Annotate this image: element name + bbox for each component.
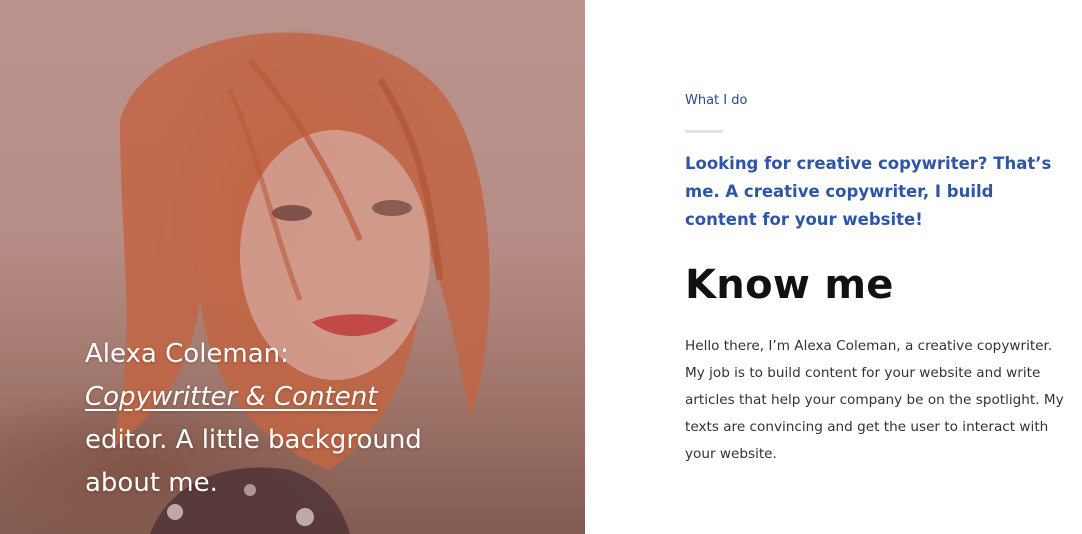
lead-paragraph: Looking for creative copywriter? That’s … xyxy=(685,154,1052,229)
about-body-text: Hello there, I’m Alexa Coleman, a creati… xyxy=(685,338,1064,462)
hero-caption-emphasis-link[interactable]: Copywritter & Content xyxy=(85,382,377,412)
hero-caption-line-3: editor. A little background xyxy=(85,425,422,455)
hero-caption-line-1: Alexa Coleman: xyxy=(85,339,289,369)
section-heading: Know me xyxy=(685,262,894,308)
section-eyebrow: What I do xyxy=(685,93,748,108)
about-section: What I do Looking for creative copywrite… xyxy=(585,0,1082,534)
eyebrow-divider xyxy=(685,130,723,133)
hero-caption: Alexa Coleman: Copywritter & Content edi… xyxy=(85,333,505,505)
hero-caption-line-4: about me. xyxy=(85,468,218,498)
hero-photo: Alexa Coleman: Copywritter & Content edi… xyxy=(0,0,585,534)
